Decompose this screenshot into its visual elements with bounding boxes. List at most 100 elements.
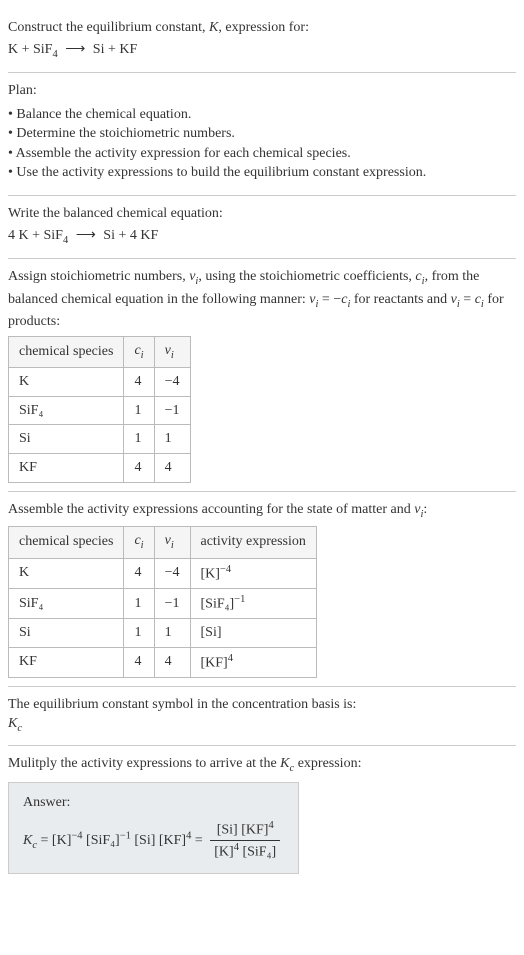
td: −1 [154,396,190,425]
plan: Plan: Balance the chemical equation. Det… [8,73,516,196]
eq-sub: 4 [52,48,57,59]
td: −4 [154,368,190,397]
equals: = [41,833,52,848]
th: chemical species [9,336,124,367]
td: K [9,368,124,397]
t: expression: [294,756,361,771]
th: νi [154,527,190,558]
th: chemical species [9,527,124,558]
k: K [23,833,32,848]
td: Si [9,619,124,648]
t: Assemble the activity expressions accoun… [8,502,414,517]
e: −4 [220,564,231,575]
td: 1 [124,425,154,454]
s: c [32,840,37,851]
activity-title: Assemble the activity expressions accoun… [8,500,516,522]
balanced-title: Write the balanced chemical equation: [8,204,516,224]
intro-K: K [209,20,218,35]
td: 1 [154,425,190,454]
ne: 4 [268,820,273,831]
t: Mulitply the activity expressions to arr… [8,756,280,771]
td: [SiF₄]−1 [190,588,316,618]
td: 1 [124,619,154,648]
stoich-table: chemical species ci νi K4−4 SiF₄1−1 Si11… [8,336,191,483]
table-row: KF44[KF]4 [9,647,317,677]
answer-box: Answer: Kc = [K]−4 [SiF₄]−1 [Si] [KF]4 =… [8,782,299,873]
equals: = [195,833,206,848]
activity-table: chemical species ci νi activity expressi… [8,526,317,678]
plan-item: Assemble the activity expression for eac… [8,144,516,164]
kc: K [280,756,289,771]
bal-left: 4 K + SiF [8,228,63,243]
eq-left: K + SiF [8,42,52,57]
table-row: K4−4[K]−4 [9,558,317,588]
table-row: Si11[Si] [9,619,317,648]
td: 1 [154,619,190,648]
table-row: SiF₄1−1 [9,396,191,425]
plan-item: Balance the chemical equation. [8,105,516,125]
t2: [SiF₄] [86,833,120,848]
t1: [K] [52,833,71,848]
den2: [SiF₄] [239,845,276,860]
sub: c [17,723,22,734]
e2: −1 [120,830,131,841]
th: ci [124,527,154,558]
activity: Assemble the activity expressions accoun… [8,492,516,687]
e: 4 [228,653,233,664]
plan-item: Determine the stoichiometric numbers. [8,124,516,144]
th: νi [154,336,190,367]
t: Assign stoichiometric numbers, [8,269,189,284]
td: 1 [124,396,154,425]
eq-right: Si + KF [93,42,137,57]
b: [KF] [201,655,228,670]
td: 4 [124,558,154,588]
arrow-icon: ⟶ [76,226,96,246]
unbalanced-equation: K + SiF4 ⟶ Si + KF [8,40,516,62]
t3: [Si] [134,833,155,848]
t: = − [318,292,341,307]
num: [Si] [KF] [217,823,269,838]
td: [Si] [190,619,316,648]
answer-equation: Kc = [K]−4 [SiF₄]−1 [Si] [KF]4 = [Si] [K… [23,819,284,863]
th: ci [124,336,154,367]
den: [K] [214,845,233,860]
s: i [141,540,144,551]
s: i [171,349,174,360]
plan-item: Use the activity expressions to build th… [8,163,516,183]
plan-title: Plan: [8,81,516,101]
arrow-icon: ⟶ [65,40,85,60]
answer-label: Answer: [23,793,284,813]
th: activity expression [190,527,316,558]
b: [SiF₄] [201,596,235,611]
multiply: Mulitply the activity expressions to arr… [8,746,516,882]
td: 1 [124,588,154,618]
intro-text: Construct the equilibrium constant, [8,20,209,35]
t: = [460,292,475,307]
td: −4 [154,558,190,588]
table-row: KF44 [9,453,191,482]
td: −1 [154,588,190,618]
stoich: Assign stoichiometric numbers, νi , using… [8,259,516,491]
intro-text-2: , expression for: [218,20,309,35]
kc: K [8,716,17,731]
t: , using the stoichiometric coefficients, [198,269,415,284]
td: KF [9,453,124,482]
td: SiF₄ [9,396,124,425]
s: i [141,349,144,360]
symbol-text: The equilibrium constant symbol in the c… [8,695,516,715]
fraction: [Si] [KF]4 [K]4 [SiF₄] [210,819,280,863]
td: 4 [124,647,154,677]
bal-right: Si + 4 KF [103,228,158,243]
balanced: Write the balanced chemical equation: 4 … [8,196,516,259]
table-row: SiF₄1−1[SiF₄]−1 [9,588,317,618]
t: for reactants and [350,292,450,307]
e4: 4 [186,830,191,841]
intro: Construct the equilibrium constant, K, e… [8,8,516,73]
td: 4 [124,368,154,397]
td: 4 [154,647,190,677]
b: [Si] [201,625,222,640]
table-row: K4−4 [9,368,191,397]
td: 4 [124,453,154,482]
td: SiF₄ [9,588,124,618]
s: i [171,540,174,551]
